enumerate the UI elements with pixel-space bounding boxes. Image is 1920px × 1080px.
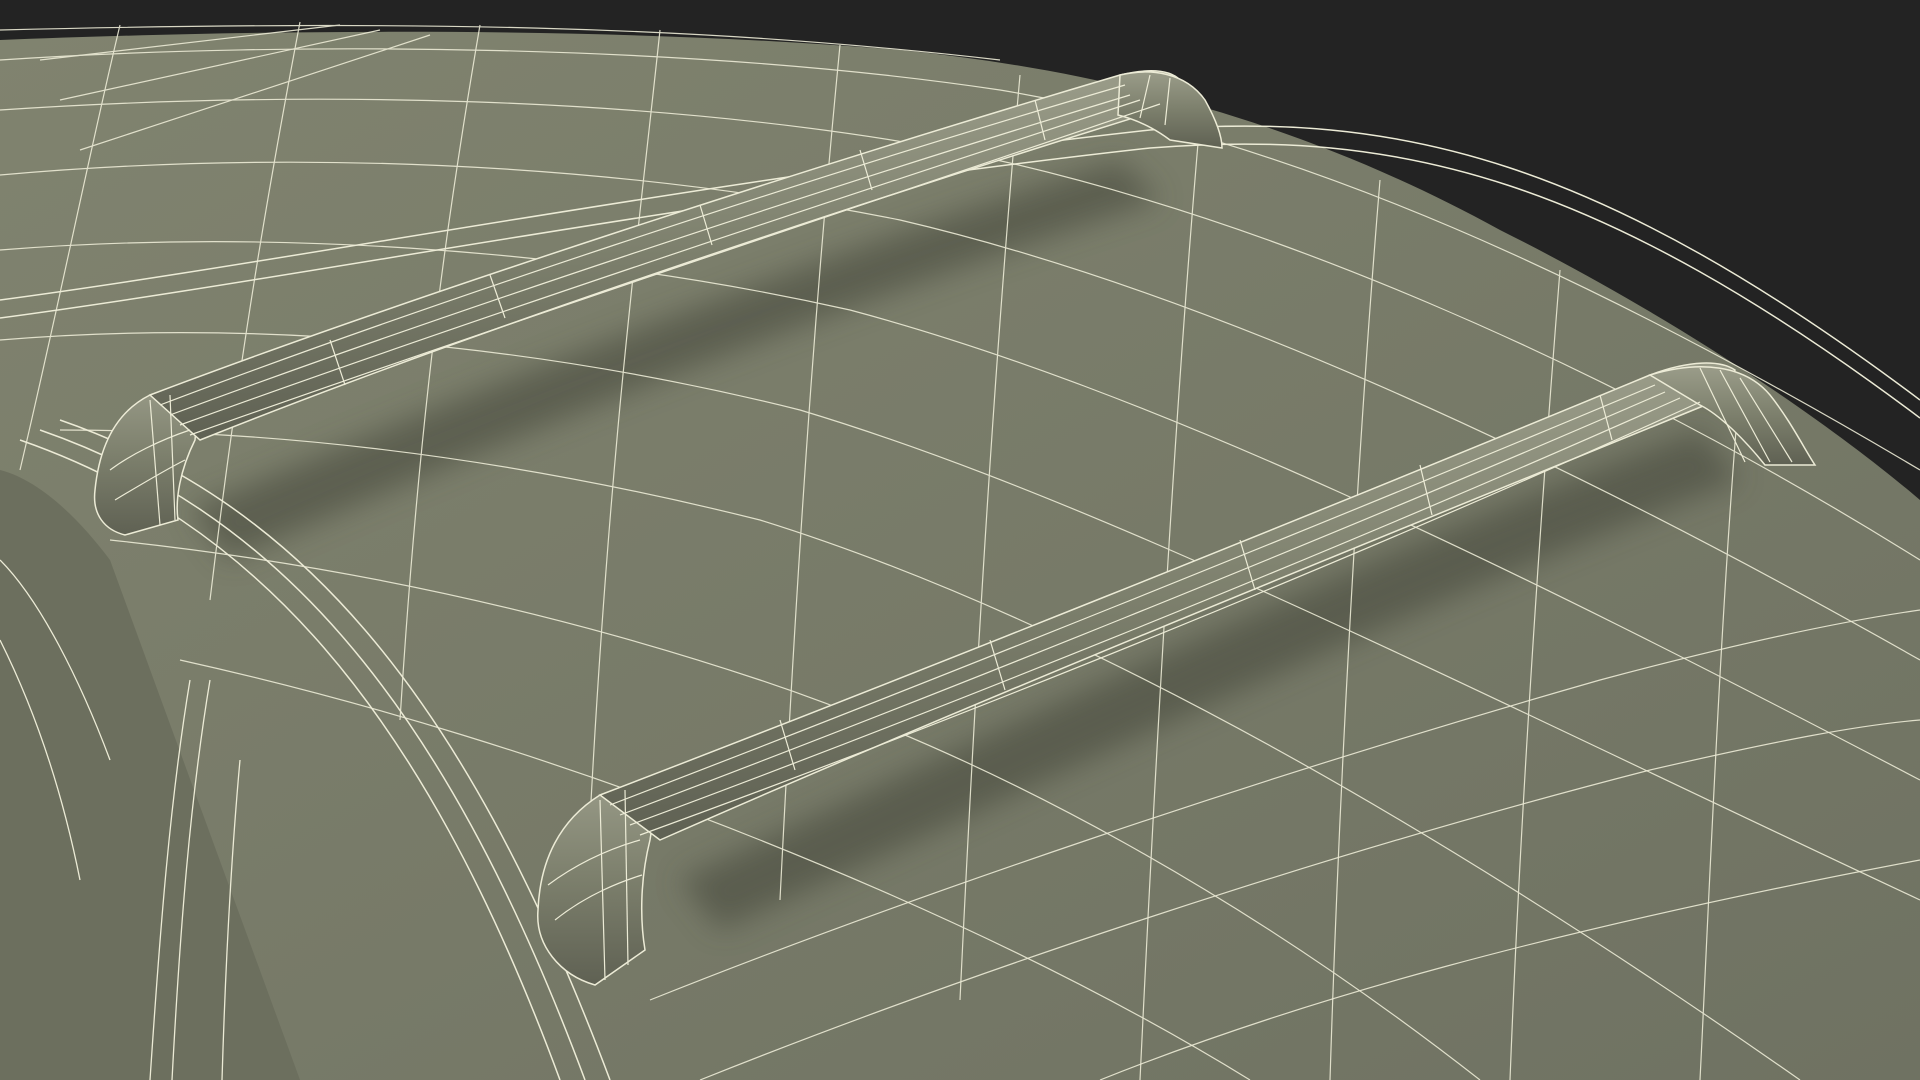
car-roof-wireframe-render bbox=[0, 0, 1920, 1080]
